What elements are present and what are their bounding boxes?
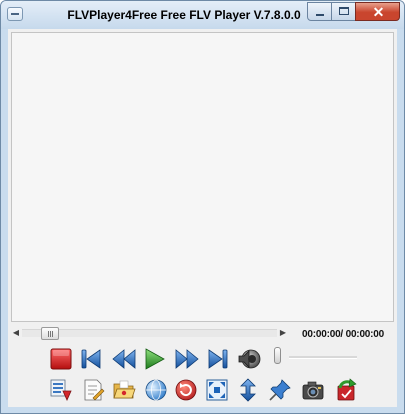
- maximize-button[interactable]: [331, 2, 356, 21]
- system-menu-icon[interactable]: [7, 7, 23, 21]
- volume-speaker-icon[interactable]: [237, 347, 261, 371]
- fullscreen-icon[interactable]: [205, 378, 229, 402]
- maximize-icon: [339, 7, 349, 15]
- open-folder-icon[interactable]: [112, 378, 136, 402]
- next-track-icon[interactable]: [206, 347, 230, 371]
- edit-document-icon[interactable]: [81, 378, 105, 402]
- fast-forward-icon[interactable]: [175, 347, 199, 371]
- pin-on-top-icon[interactable]: [268, 378, 292, 402]
- seek-bar[interactable]: ◀ ▶: [11, 326, 288, 340]
- video-display[interactable]: [11, 32, 394, 322]
- play-icon[interactable]: [142, 347, 166, 371]
- open-playlist-icon[interactable]: [49, 378, 73, 402]
- stop-icon[interactable]: [49, 347, 73, 371]
- minimize-icon: [316, 14, 324, 16]
- repeat-icon[interactable]: [174, 378, 198, 402]
- resize-height-icon[interactable]: [236, 378, 260, 402]
- player-window: FLVPlayer4Free Free FLV Player V.7.8.0.0…: [0, 0, 405, 414]
- previous-track-icon[interactable]: [79, 347, 103, 371]
- title-bar[interactable]: FLVPlayer4Free Free FLV Player V.7.8.0.0…: [1, 1, 404, 29]
- volume-track[interactable]: [289, 356, 357, 359]
- volume-slider-thumb[interactable]: [274, 347, 281, 364]
- seek-left-arrow-icon[interactable]: ◀: [11, 326, 21, 340]
- seek-track[interactable]: [22, 327, 277, 340]
- seek-right-arrow-icon[interactable]: ▶: [278, 326, 288, 340]
- time-display: 00:00:00/ 00:00:00: [302, 329, 385, 340]
- web-globe-icon[interactable]: [144, 378, 168, 402]
- player-client-area: ◀ ▶ 00:00:00/ 00:00:00: [8, 29, 397, 407]
- seek-thumb[interactable]: [41, 327, 59, 340]
- refresh-update-icon[interactable]: [334, 378, 358, 402]
- window-title: FLVPlayer4Free Free FLV Player V.7.8.0.0: [67, 8, 301, 22]
- minimize-button[interactable]: [307, 2, 332, 21]
- rewind-icon[interactable]: [112, 347, 136, 371]
- close-button[interactable]: ✕: [355, 2, 400, 21]
- close-icon: ✕: [372, 4, 385, 20]
- snapshot-camera-icon[interactable]: [301, 378, 325, 402]
